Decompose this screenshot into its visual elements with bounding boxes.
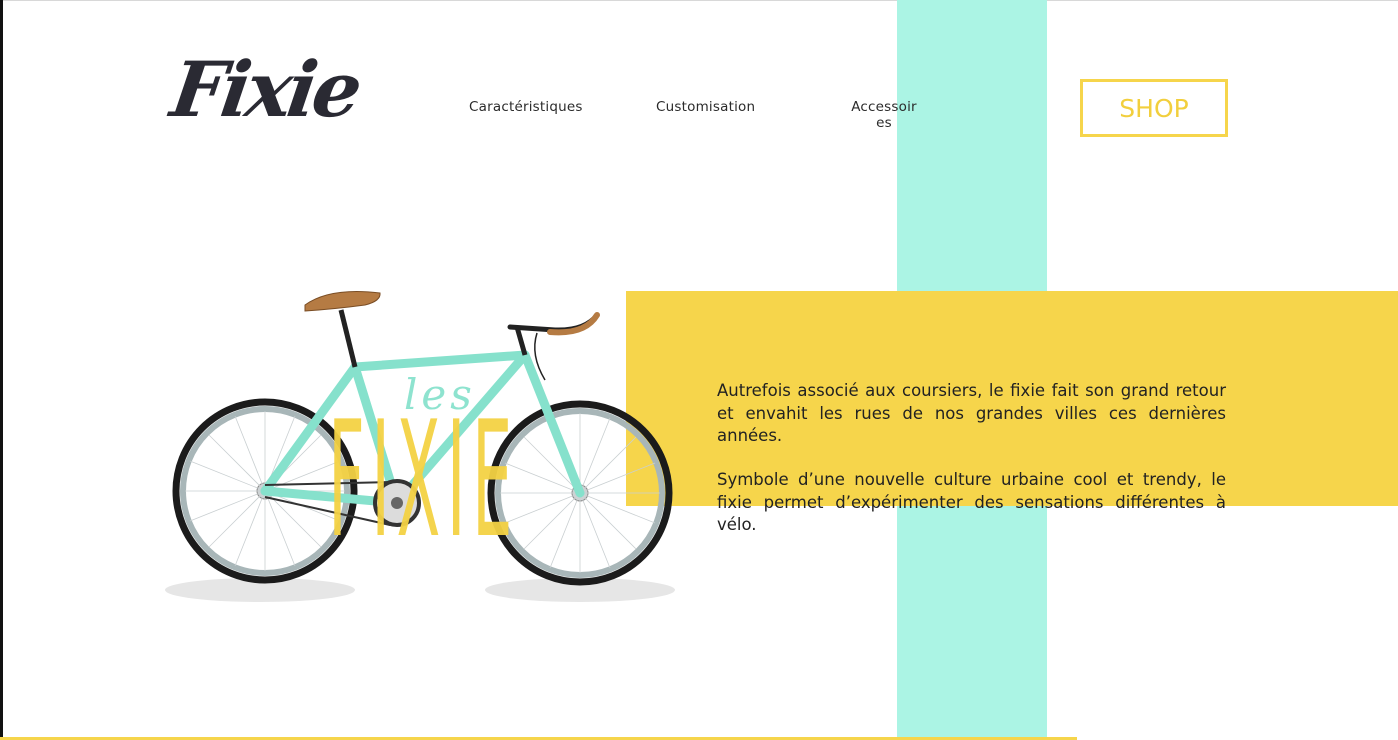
nav-link-customisation[interactable]: Customisation bbox=[656, 99, 755, 115]
intro-paragraph-2: Symbole d’une nouvelle culture urbaine c… bbox=[717, 470, 1226, 534]
fixie-logo[interactable]: Fixie bbox=[166, 45, 364, 134]
intro-paragraph-1: Autrefois associé aux coursiers, le fixi… bbox=[717, 381, 1226, 445]
page: Fixie Caractéristiques Customisation Acc… bbox=[0, 0, 1398, 740]
top-border bbox=[0, 0, 1398, 1]
nav-link-caracteristiques[interactable]: Caractéristiques bbox=[469, 99, 583, 115]
overlay-fixie-text: FIXIE bbox=[328, 386, 519, 573]
left-border bbox=[0, 0, 3, 740]
shop-button[interactable]: SHOP bbox=[1080, 79, 1228, 137]
nav-link-accessoires[interactable]: Accessoires bbox=[848, 99, 920, 131]
